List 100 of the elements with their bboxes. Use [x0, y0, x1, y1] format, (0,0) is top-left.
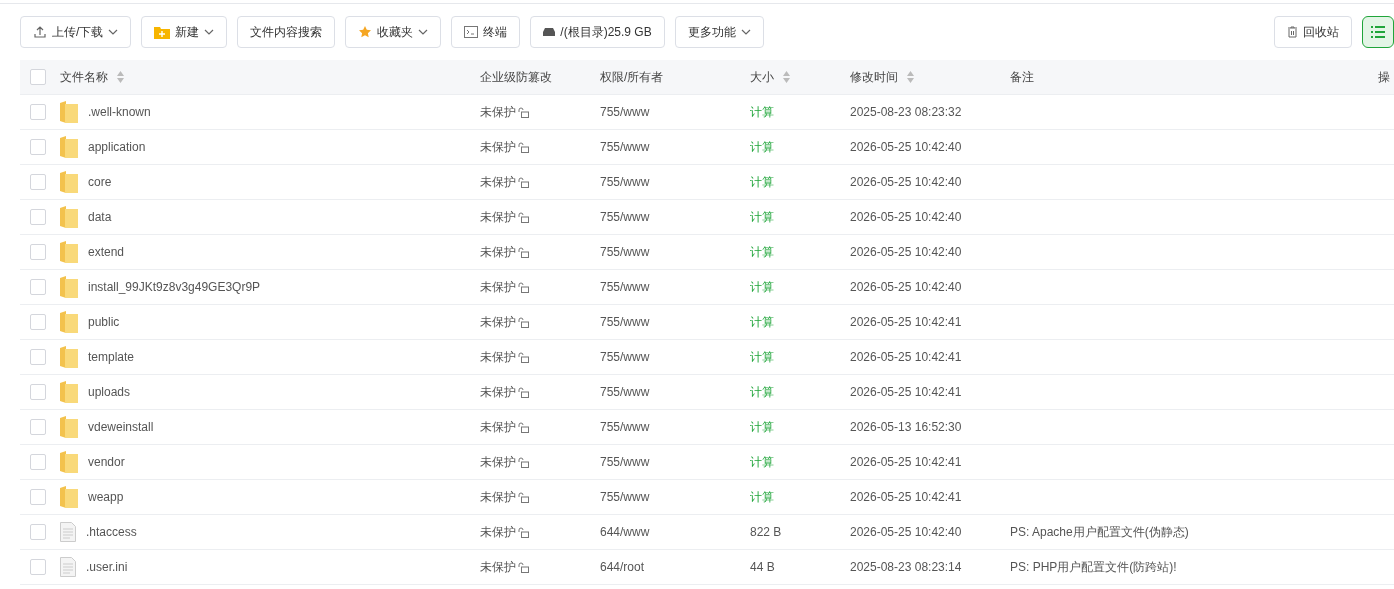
- file-name[interactable]: .htaccess: [86, 525, 137, 539]
- file-name[interactable]: vdeweinstall: [88, 420, 154, 434]
- sort-icon[interactable]: [906, 70, 915, 84]
- column-header[interactable]: 文件名称: [60, 68, 125, 86]
- unlock-icon: [518, 141, 529, 153]
- modified-time: 2026-05-25 10:42:40: [850, 245, 963, 259]
- row-checkbox[interactable]: [30, 104, 46, 120]
- file-name[interactable]: .well-known: [88, 105, 151, 119]
- file-name[interactable]: install_99JKt9z8v3g49GE3Qr9P: [88, 280, 261, 294]
- column-header[interactable]: 大小: [750, 68, 791, 86]
- permission[interactable]: 755/www: [600, 210, 750, 224]
- folder-icon: [60, 171, 78, 193]
- row-checkbox[interactable]: [30, 384, 46, 400]
- permission[interactable]: 755/www: [600, 385, 750, 399]
- protect-status: 未保护: [480, 278, 516, 296]
- folder-icon: [60, 101, 78, 123]
- protect-status: 未保护: [480, 383, 516, 401]
- chevron-down-icon: [108, 27, 119, 37]
- permission[interactable]: 755/www: [600, 175, 750, 189]
- modified-time: 2026-05-25 10:42:41: [850, 315, 963, 329]
- protect-status: 未保护: [480, 138, 516, 156]
- upload-icon: [33, 25, 47, 39]
- file-name[interactable]: weapp: [88, 490, 124, 504]
- permission[interactable]: 644/www: [600, 525, 750, 539]
- row-checkbox[interactable]: [30, 279, 46, 295]
- file-name[interactable]: public: [88, 315, 120, 329]
- modified-time: 2026-05-25 10:42:41: [850, 350, 963, 364]
- row-checkbox[interactable]: [30, 419, 46, 435]
- folder-icon: [60, 276, 78, 298]
- folder-icon: [60, 241, 78, 263]
- unlock-icon: [518, 526, 529, 538]
- file-size: 822 B: [750, 525, 783, 539]
- sort-icon[interactable]: [116, 70, 125, 84]
- permission[interactable]: 755/www: [600, 455, 750, 469]
- file-name[interactable]: .user.ini: [86, 560, 128, 574]
- unlock-icon: [518, 176, 529, 188]
- terminal-icon: [464, 26, 479, 38]
- file-icon: [60, 522, 76, 542]
- file-name[interactable]: uploads: [88, 385, 131, 399]
- permission[interactable]: 755/www: [600, 140, 750, 154]
- column-header[interactable]: 修改时间: [850, 68, 915, 86]
- protect-status: 未保护: [480, 418, 516, 436]
- file-name[interactable]: application: [88, 140, 146, 154]
- row-checkbox[interactable]: [30, 244, 46, 260]
- file-name[interactable]: template: [88, 350, 135, 364]
- unlock-icon: [518, 246, 529, 258]
- toolbar-button[interactable]: 更多功能: [674, 16, 764, 48]
- unlock-icon: [518, 386, 529, 398]
- toolbar-button[interactable]: 新建: [141, 16, 228, 48]
- row-checkbox[interactable]: [30, 349, 46, 365]
- chevron-down-icon: [418, 27, 429, 37]
- modified-time: 2026-05-25 10:42:41: [850, 455, 963, 469]
- toolbar-button[interactable]: /(根目录)25.9 GB: [530, 16, 665, 48]
- recycle-bin-button[interactable]: 回收站: [1274, 16, 1352, 48]
- protect-status: 未保护: [480, 313, 516, 331]
- toolbar-button[interactable]: 收藏夹: [345, 16, 442, 48]
- row-checkbox[interactable]: [30, 524, 46, 540]
- permission[interactable]: 755/www: [600, 490, 750, 504]
- modified-time: 2026-05-25 10:42:40: [850, 140, 963, 154]
- file-name[interactable]: data: [88, 210, 112, 224]
- permission[interactable]: 755/www: [600, 315, 750, 329]
- folder-icon: [60, 381, 78, 403]
- permission[interactable]: 644/root: [600, 560, 750, 574]
- unlock-icon: [518, 561, 529, 573]
- permission[interactable]: 755/www: [600, 105, 750, 119]
- row-checkbox[interactable]: [30, 139, 46, 155]
- row-checkbox[interactable]: [30, 454, 46, 470]
- file-name[interactable]: core: [88, 175, 112, 189]
- toolbar-button[interactable]: 文件内容搜索: [237, 16, 336, 48]
- row-checkbox[interactable]: [30, 174, 46, 190]
- file-name[interactable]: extend: [88, 245, 125, 259]
- protect-status: 未保护: [480, 453, 516, 471]
- protect-status: 未保护: [480, 208, 516, 226]
- select-all-checkbox[interactable]: [30, 69, 46, 85]
- protect-status: 未保护: [480, 243, 516, 261]
- file-name[interactable]: vendor: [88, 455, 125, 469]
- modified-time: 2026-05-25 10:42:40: [850, 175, 963, 189]
- toolbar-button[interactable]: 上传/下载: [20, 16, 132, 48]
- permission[interactable]: 755/www: [600, 350, 750, 364]
- modified-time: 2026-05-25 10:42:41: [850, 385, 963, 399]
- folder-icon: [60, 311, 78, 333]
- row-checkbox[interactable]: [30, 559, 46, 575]
- permission[interactable]: 755/www: [600, 245, 750, 259]
- file-size: 44 B: [750, 560, 776, 574]
- row-checkbox[interactable]: [30, 489, 46, 505]
- permission[interactable]: 755/www: [600, 420, 750, 434]
- row-checkbox[interactable]: [30, 209, 46, 225]
- trash-icon: [1287, 26, 1298, 38]
- modified-time: 2026-05-25 10:42:40: [850, 210, 963, 224]
- permission[interactable]: 755/www: [600, 280, 750, 294]
- toolbar-button[interactable]: 终端: [451, 16, 521, 48]
- list-view-button[interactable]: [1362, 16, 1394, 48]
- sort-icon[interactable]: [782, 70, 791, 84]
- unlock-icon: [518, 211, 529, 223]
- unlock-icon: [518, 316, 529, 328]
- column-header: 企业级防篡改: [480, 68, 552, 86]
- folder-icon: [60, 451, 78, 473]
- row-checkbox[interactable]: [30, 314, 46, 330]
- protect-status: 未保护: [480, 558, 516, 576]
- protect-status: 未保护: [480, 173, 516, 191]
